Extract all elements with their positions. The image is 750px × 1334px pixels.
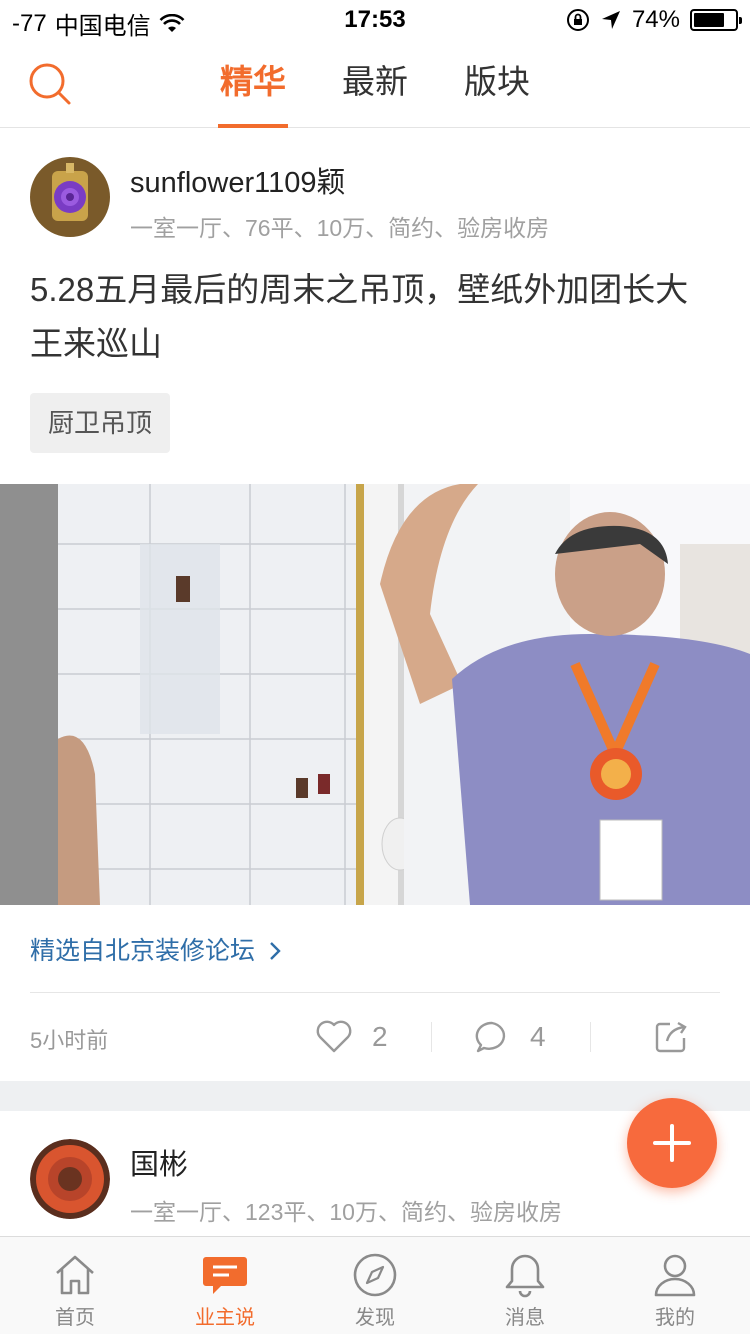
user-icon	[654, 1254, 696, 1297]
tab-label: 首页	[55, 1307, 95, 1329]
author-meta: 一室一厅、123平、10万、简约、验房收房	[130, 1199, 562, 1225]
new-post-button[interactable]	[627, 1098, 717, 1188]
action-separator	[590, 1022, 591, 1052]
author-row: sunflower1109颖 一室一厅、76平、10万、简约、验房收房	[30, 157, 720, 241]
top-tabs: 精华 最新 版块	[0, 40, 750, 128]
avatar[interactable]	[30, 1139, 110, 1219]
top-nav: 精华 最新 版块	[0, 40, 750, 128]
rotation-lock-icon	[566, 9, 589, 31]
tab-messages[interactable]: 消息	[450, 1237, 600, 1334]
bottom-tab-bar: 首页 业主说 发现 消息 我的	[0, 1236, 750, 1334]
section-gap	[0, 1081, 750, 1111]
share-button[interactable]	[654, 1015, 690, 1059]
bell-icon	[505, 1254, 545, 1298]
author-name[interactable]: sunflower1109颖	[130, 159, 345, 201]
source-forum-label: 精选自北京装修论坛	[30, 937, 256, 965]
comment-count: 4	[530, 1021, 546, 1052]
author-name[interactable]: 国彬	[130, 1141, 188, 1183]
chevron-right-icon	[270, 942, 281, 960]
share-icon	[655, 1021, 687, 1053]
tab-label: 消息	[505, 1307, 545, 1329]
home-icon	[56, 1255, 94, 1295]
source-forum-link[interactable]: 精选自北京装修论坛	[30, 931, 282, 967]
battery-icon	[690, 9, 742, 31]
tab-sections[interactable]: 版块	[462, 40, 532, 128]
tab-owner-talk[interactable]: 业主说	[150, 1237, 300, 1334]
like-count: 2	[372, 1021, 388, 1052]
tab-label: 我的	[655, 1307, 695, 1329]
tab-latest[interactable]: 最新	[340, 40, 410, 128]
status-bar: -77 中国电信 17:53 74%	[0, 0, 750, 40]
heart-icon	[316, 1020, 352, 1053]
tab-featured[interactable]: 精华	[218, 40, 288, 128]
comment-icon	[475, 1021, 506, 1053]
compass-icon	[353, 1253, 397, 1297]
location-icon	[601, 11, 620, 29]
post-image[interactable]	[0, 484, 750, 905]
tab-home[interactable]: 首页	[0, 1237, 150, 1334]
post-title[interactable]: 5.28五月最后的周末之吊顶，壁纸外加团长大王来巡山	[30, 263, 720, 371]
comment-button[interactable]: 4	[474, 1015, 546, 1059]
divider	[30, 992, 720, 993]
battery-percent: 74%	[631, 6, 680, 33]
tab-discover[interactable]: 发现	[300, 1237, 450, 1334]
like-button[interactable]: 2	[316, 1015, 388, 1059]
battery-level	[694, 13, 724, 27]
message-icon	[203, 1257, 247, 1294]
status-right: 74%	[566, 6, 742, 34]
post-tag[interactable]: 厨卫吊顶	[30, 393, 171, 453]
tab-label: 业主说	[195, 1307, 255, 1329]
tab-label: 发现	[355, 1307, 395, 1329]
post-time: 5小时前	[30, 1028, 109, 1053]
action-separator	[431, 1022, 432, 1052]
tab-me[interactable]: 我的	[600, 1237, 750, 1334]
avatar[interactable]	[30, 157, 110, 237]
author-meta: 一室一厅、76平、10万、简约、验房收房	[130, 215, 550, 241]
